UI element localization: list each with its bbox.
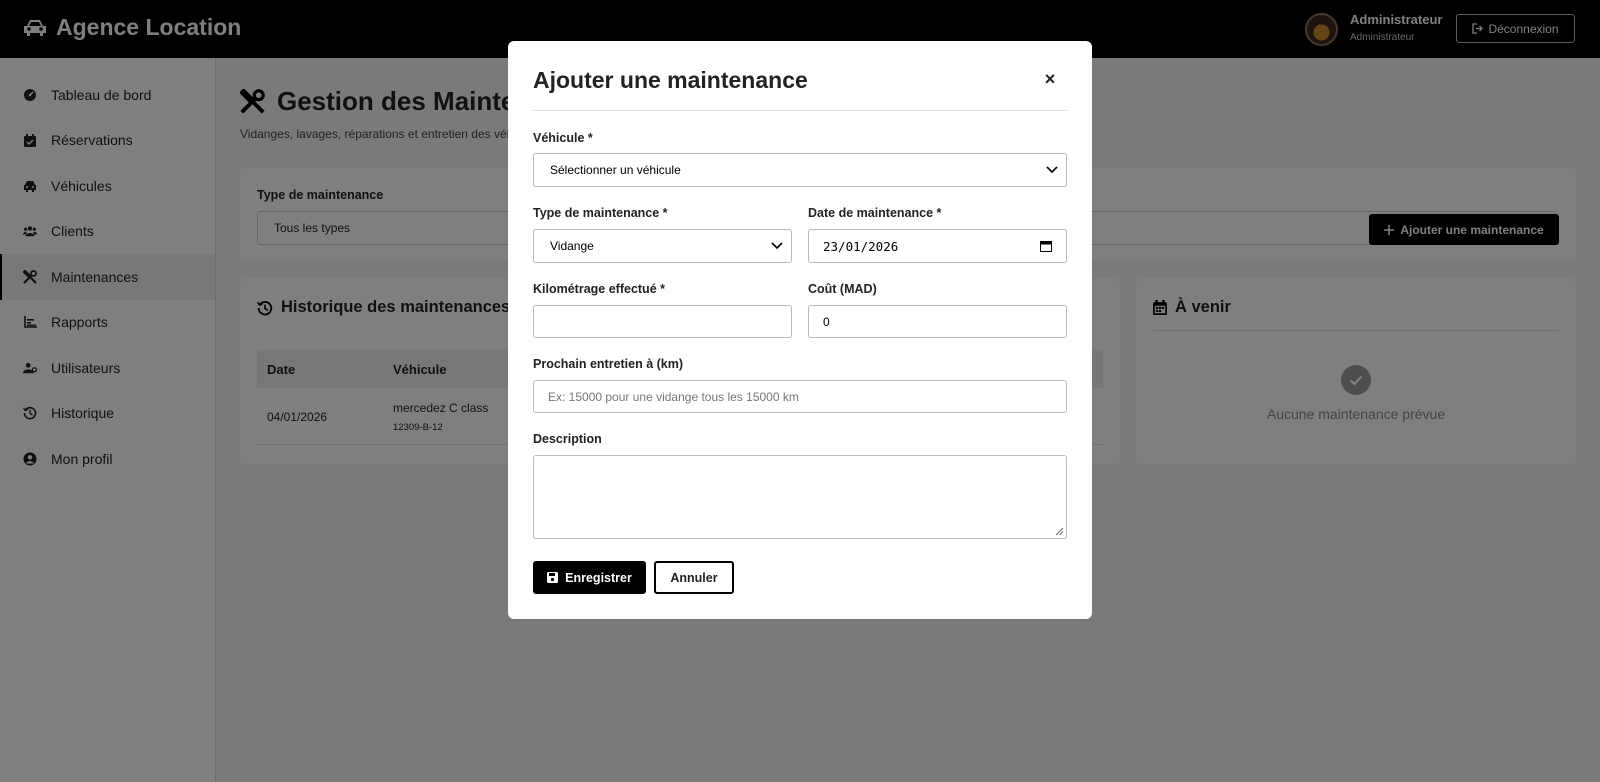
vehicle-label: Véhicule * — [533, 131, 593, 145]
save-icon — [547, 572, 559, 583]
date-input-value: 23/01/2026 — [823, 238, 899, 254]
save-label: Enregistrer — [565, 570, 632, 585]
vehicle-select[interactable]: Sélectionner un véhicule — [533, 153, 1067, 187]
type-select-value: Vidange — [550, 239, 594, 253]
cost-label: Coût (MAD) — [808, 282, 877, 296]
next-service-input[interactable]: Ex: 15000 pour une vidange tous les 1500… — [533, 380, 1067, 413]
date-label: Date de maintenance * — [808, 206, 942, 220]
modal-title: Ajouter une maintenance — [533, 67, 808, 93]
type-label: Type de maintenance * — [533, 206, 668, 220]
add-maintenance-modal: Ajouter une maintenance × Véhicule * Sél… — [508, 41, 1092, 619]
cancel-button[interactable]: Annuler — [654, 561, 734, 594]
km-input[interactable] — [533, 305, 792, 338]
chevron-down-icon — [1046, 166, 1058, 174]
description-label: Description — [533, 432, 602, 446]
next-service-label: Prochain entretien à (km) — [533, 357, 684, 371]
modal-divider — [533, 110, 1067, 111]
chevron-down-icon — [771, 242, 783, 250]
calendar-icon[interactable] — [1040, 240, 1052, 252]
vehicle-select-value: Sélectionner un véhicule — [550, 163, 681, 177]
km-label: Kilométrage effectué * — [533, 282, 665, 296]
save-button[interactable]: Enregistrer — [533, 561, 646, 594]
cost-input-value: 0 — [823, 314, 830, 329]
close-icon[interactable]: × — [1042, 70, 1058, 88]
description-textarea[interactable] — [533, 455, 1067, 539]
next-service-placeholder: Ex: 15000 pour une vidange tous les 1500… — [548, 389, 799, 404]
cost-input[interactable]: 0 — [808, 305, 1067, 338]
resize-handle-icon[interactable] — [1055, 527, 1064, 536]
cancel-label: Annuler — [670, 570, 718, 585]
type-select[interactable]: Vidange — [533, 229, 792, 263]
date-input[interactable]: 23/01/2026 — [808, 229, 1067, 263]
